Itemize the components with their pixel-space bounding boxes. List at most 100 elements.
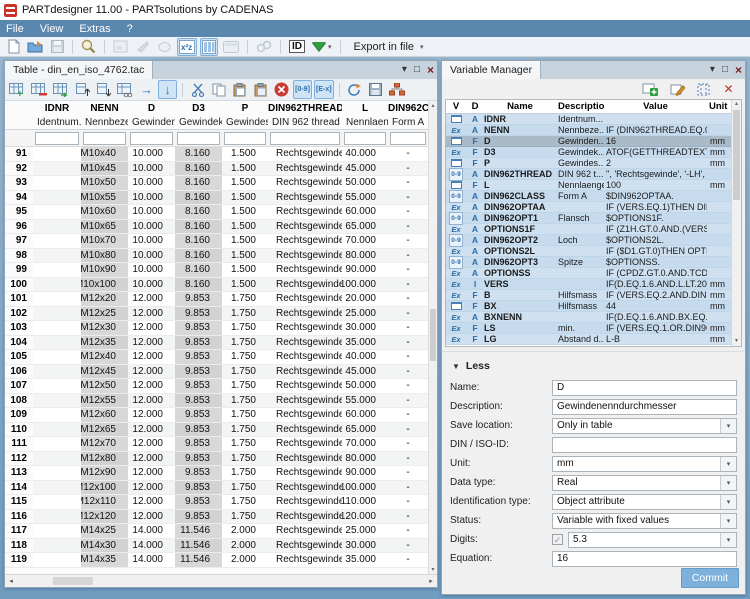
scrollbar-thumb[interactable] xyxy=(430,309,436,361)
variable-row[interactable]: ExFBHilfsmassIF (VERS.EQ.2.AND.DIN962CLA… xyxy=(446,290,731,301)
show-formulas-toggle[interactable]: [E-x] xyxy=(314,80,334,99)
hierarchy-button[interactable] xyxy=(387,80,407,99)
table-row[interactable]: 112M12x8012.0009.8531.750Rechtsgewinde80… xyxy=(5,452,428,467)
menu-help[interactable]: ? xyxy=(127,23,133,35)
table-row[interactable]: 114M12x10012.0009.8531.750Rechtsgewinde1… xyxy=(5,481,428,496)
dialog-button[interactable] xyxy=(221,38,241,56)
show-values-toggle[interactable]: [0-9] xyxy=(293,80,312,99)
table-row[interactable]: 115M12x11012.0009.8531.750Rechtsgewinde1… xyxy=(5,495,428,510)
duplicate-variable-button[interactable] xyxy=(695,81,712,98)
table-row[interactable]: 93M10x5010.0008.1601.500Rechtsgewinde50.… xyxy=(5,176,428,191)
less-toggle[interactable]: ▼ Less xyxy=(452,360,737,372)
variable-row[interactable]: ExABXNENNIF(D.EQ.1.6.AND.BX.EQ.15)THE... xyxy=(446,312,731,323)
refresh-button[interactable] xyxy=(345,80,364,99)
vm-panel-tab[interactable]: Variable Manager xyxy=(442,61,541,79)
panel-close-button[interactable]: × xyxy=(427,65,434,75)
table-row[interactable]: 106M12x4512.0009.8531.750Rechtsgewinde45… xyxy=(5,365,428,380)
status-select[interactable]: Variable with fixed values xyxy=(552,513,737,529)
description-field[interactable]: Gewindenenndurchmesser xyxy=(552,399,737,415)
table-row[interactable]: 100M10x10010.0008.1601.500Rechtsgewinde1… xyxy=(5,278,428,293)
table-row[interactable]: 97M10x7010.0008.1601.500Rechtsgewinde70.… xyxy=(5,234,428,249)
variable-row[interactable]: FPGewindes...2mm xyxy=(446,158,731,169)
table-row[interactable]: 109M12x6012.0009.8531.750Rechtsgewinde60… xyxy=(5,408,428,423)
insert-row-button[interactable] xyxy=(51,80,71,99)
generate-button[interactable]: ▾ xyxy=(310,38,334,56)
table-row[interactable]: 95M10x6010.0008.1601.500Rechtsgewinde60.… xyxy=(5,205,428,220)
filter-input-p[interactable] xyxy=(224,132,266,145)
scroll-right-icon[interactable]: ▸ xyxy=(425,575,437,587)
panel-maximize-button[interactable]: □ xyxy=(414,65,420,75)
copy-button[interactable] xyxy=(209,80,228,99)
table-row[interactable]: 119M14x3514.00011.5462.000Rechtsgewinde3… xyxy=(5,553,428,568)
filter-input-l[interactable] xyxy=(344,132,386,145)
scrollbar-thumb[interactable] xyxy=(53,577,93,585)
table-row[interactable]: 98M10x8010.0008.1601.500Rechtsgewinde80.… xyxy=(5,249,428,264)
filter-input-din962thread[interactable] xyxy=(270,132,340,145)
panel-menu-button[interactable]: ▾ xyxy=(710,65,715,75)
vm-vertical-scrollbar[interactable]: ▴ ▾ xyxy=(731,100,741,346)
scroll-down-icon[interactable]: ▾ xyxy=(732,337,741,346)
variable-row[interactable]: 0-9ADIN962THREADDIN 962 t...'', 'Rechtsg… xyxy=(446,169,731,180)
delete-cells-button[interactable] xyxy=(272,80,291,99)
table-row[interactable]: 92M10x4510.0008.1601.500Rechtsgewinde45.… xyxy=(5,162,428,177)
scroll-up-icon[interactable]: ▴ xyxy=(429,101,437,110)
add-row-button[interactable]: + xyxy=(7,80,27,99)
column-header-l[interactable]: L xyxy=(342,103,388,114)
table-row[interactable]: 110M12x6512.0009.8531.750Rechtsgewinde65… xyxy=(5,423,428,438)
edit-variable-button[interactable] xyxy=(668,81,687,98)
sketch-button[interactable] xyxy=(155,38,174,56)
paste-button[interactable] xyxy=(230,80,249,99)
variable-row[interactable]: ExFLGAbstand d...L-Bmm xyxy=(446,334,731,345)
save-table-button[interactable] xyxy=(366,80,385,99)
table-row[interactable]: 117M14x2514.00011.5462.000Rechtsgewinde2… xyxy=(5,524,428,539)
table-panel-tab[interactable]: Table - din_en_iso_4762.tac xyxy=(5,61,153,79)
table-row[interactable]: 102M12x2512.0009.8531.750Rechtsgewinde25… xyxy=(5,307,428,322)
identification-type-select[interactable]: Object attribute xyxy=(552,494,737,510)
variable-row[interactable]: 0-9ADIN962OPT3Spitze$OPTIONSS. xyxy=(446,257,731,268)
equation-field[interactable]: 16 xyxy=(552,551,737,567)
variable-row[interactable]: ExFLSmin.IF (VERS.EQ.1.OR.DIN962CLAS...m… xyxy=(446,323,731,334)
table-row[interactable]: 94M10x5510.0008.1601.500Rechtsgewinde55.… xyxy=(5,191,428,206)
scroll-left-icon[interactable]: ◂ xyxy=(5,575,17,587)
variables-button[interactable]: x²z xyxy=(177,38,197,56)
variable-row[interactable]: FBXHilfsmass44mm xyxy=(446,301,731,312)
scrollbar-thumb[interactable] xyxy=(733,110,740,200)
add-variable-button[interactable] xyxy=(640,81,660,98)
variable-row[interactable]: ExAOPTIONS1FIF (Z1H.GT.0.AND.(VERS.EQ.1.… xyxy=(446,224,731,235)
name-field[interactable]: D xyxy=(552,380,737,396)
export-in-file-button[interactable]: Export in file ▾ xyxy=(347,39,431,55)
table-row[interactable]: 101M12x2012.0009.8531.750Rechtsgewinde20… xyxy=(5,292,428,307)
column-header-idnr[interactable]: IDNR xyxy=(33,103,81,114)
table-row[interactable]: 107M12x5012.0009.8531.750Rechtsgewinde50… xyxy=(5,379,428,394)
column-header-d[interactable]: D xyxy=(128,103,175,114)
variable-row[interactable]: 0-9ADIN962OPT1Flansch$OPTIONS1F. xyxy=(446,213,731,224)
save-location-select[interactable]: Only in table xyxy=(552,418,737,434)
cut-button[interactable] xyxy=(188,80,207,99)
table-view-button[interactable] xyxy=(200,38,218,56)
variable-row[interactable]: ExAOPTIONSSIF (CPDZ.GT.0.AND.TCDT.GT.0.A… xyxy=(446,268,731,279)
goto-column-button[interactable]: → xyxy=(137,80,156,99)
digits-checkbox[interactable]: ✓ xyxy=(552,534,563,545)
table-row[interactable]: 103M12x3012.0009.8531.750Rechtsgewinde30… xyxy=(5,321,428,336)
filter-input-d3[interactable] xyxy=(177,132,220,145)
menu-extras[interactable]: Extras xyxy=(79,23,110,35)
variable-row[interactable]: ExAOPTIONS2LIF ($D1.GT.0)THEN OPTIONS2L … xyxy=(446,246,731,257)
digits-select[interactable]: 5.3 xyxy=(568,532,737,548)
table-vertical-scrollbar[interactable]: ▴ ▾ xyxy=(428,101,437,574)
din-iso-id-field[interactable] xyxy=(552,437,737,453)
delete-variable-button[interactable]: ✕ xyxy=(720,81,737,98)
column-header-nenn[interactable]: NENN xyxy=(81,103,128,114)
table-row[interactable]: 96M10x6510.0008.1601.500Rechtsgewinde65.… xyxy=(5,220,428,235)
view-3d-button[interactable] xyxy=(111,38,130,56)
table-row[interactable]: 116M12x12012.0009.8531.750Rechtsgewinde1… xyxy=(5,510,428,525)
move-row-up-button[interactable] xyxy=(73,80,92,99)
table-row[interactable]: 99M10x9010.0008.1601.500Rechtsgewinde90.… xyxy=(5,263,428,278)
variable-row[interactable]: FLNennlaenge100mm xyxy=(446,180,731,191)
column-header-p[interactable]: P xyxy=(222,103,268,114)
delete-row-button[interactable] xyxy=(29,80,49,99)
filter-input-d[interactable] xyxy=(130,132,173,145)
filter-input-idnr[interactable] xyxy=(35,132,79,145)
variable-row[interactable]: ExADIN962OPTAAIF (VERS.EQ.1)THEN DIN962O… xyxy=(446,202,731,213)
column-header-d3[interactable]: D3 xyxy=(175,103,222,114)
id-button[interactable]: ID xyxy=(287,38,307,56)
